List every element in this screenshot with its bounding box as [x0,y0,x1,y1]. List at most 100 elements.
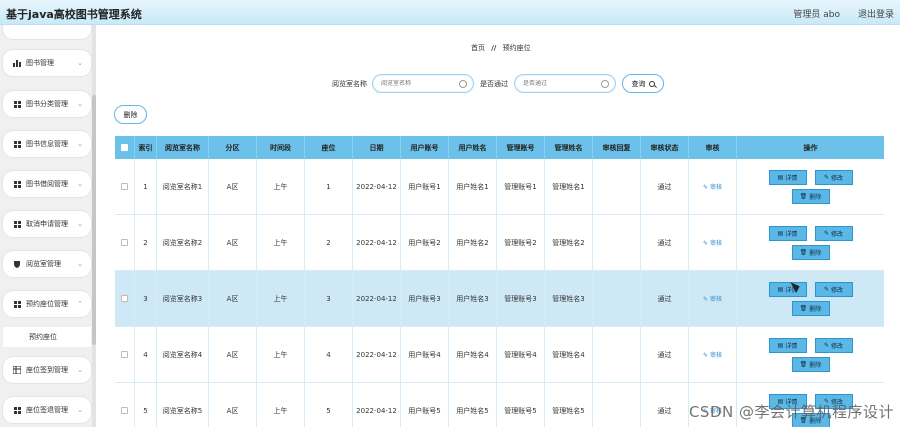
cell-period: 上午 [257,327,305,382]
table-row[interactable]: 1 阅览室名称1 A区 上午 1 2022-04-12 用户账号1 用户姓名1 管理账号1 管理姓… [115,159,884,215]
batch-delete-button[interactable]: 删除 [114,105,147,124]
cell-date: 2022-04-12 [353,159,401,214]
chevron-down-icon: ⌄ [77,59,83,67]
audit-link[interactable]: ✎ 审核 [703,294,722,303]
cell-zone: A区 [209,383,257,427]
detail-button[interactable]: ▤ 详情 [768,169,807,185]
detail-button-label: 详情 [785,230,798,238]
delete-button[interactable]: 🗑 删除 [791,188,830,204]
sidebar-item-seat-checkin[interactable]: 座位签到管理 ⌄ [3,357,91,383]
cell-mname: 管理姓名3 [545,271,593,326]
sidebar-item-seat-checkout[interactable]: 座位签退管理 ⌄ [3,397,91,423]
chevron-down-icon: ⌄ [77,366,83,374]
row-checkbox[interactable] [121,295,128,302]
audit-link[interactable]: ✎ 审核 [703,350,722,359]
table-row[interactable]: 3 阅览室名称3 A区 上午 3 2022-04-12 用户账号3 用户姓名3 管理账号3 管理姓… [115,271,884,327]
sidebar-item-label: 图书分类管理 [26,100,68,108]
select-all-cell[interactable] [115,136,135,159]
sidebar-item-book-category[interactable]: 图书分类管理 ⌄ [3,91,91,117]
sidebar-item-label: 图书借阅管理 [26,180,68,188]
detail-button[interactable]: ▤ 详情 [768,337,807,353]
edit-button[interactable]: ✎ 修改 [814,281,853,297]
row-checkbox[interactable] [121,407,128,414]
cell-zone: A区 [209,271,257,326]
document-icon: ▤ [777,173,784,181]
room-name-input[interactable] [381,80,455,87]
sidebar-item-reading-room[interactable]: 阅览室管理 ⌄ [3,251,91,277]
sidebar-item-book-management[interactable]: 图书管理 ⌄ [3,50,91,76]
delete-button[interactable]: 🗑 删除 [791,356,830,372]
edit-button-label: 修改 [831,286,844,294]
search-form: 阅览室名称 是否通过 查询 [96,74,900,94]
audit-link[interactable]: ✎ 审核 [703,238,722,247]
app-title: 基于java高校图书管理系统 [6,8,142,21]
watermark: CSDN @李会计算机程序设计 [688,403,894,421]
grid-icon [13,140,21,148]
cell-uacc: 用户账号1 [401,159,449,214]
cell-uname: 用户姓名4 [449,327,497,382]
sidebar-item-partial[interactable] [3,25,91,39]
sidebar: 图书管理 ⌄ 图书分类管理 ⌄ 图书信息管理 ⌄ 图书借阅管理 ⌄ 取消申请管理… [0,25,96,427]
sidebar-item-label: 图书信息管理 [26,140,68,148]
row-checkbox[interactable] [121,351,128,358]
logout-link[interactable]: 退出登录 [858,7,894,20]
cell-date: 2022-04-12 [353,215,401,270]
cell-reply [593,159,641,214]
cell-period: 上午 [257,159,305,214]
cell-zone: A区 [209,159,257,214]
cell-status: 通过 [641,327,689,382]
row-checkbox[interactable] [121,183,128,190]
edit-button[interactable]: ✎ 修改 [814,337,853,353]
row-select-cell[interactable] [115,215,135,270]
reservation-table: 索引 阅览室名称 分区 时间段 座位 日期 用户账号 用户姓名 管理账号 管理姓… [115,136,884,427]
row-select-cell[interactable] [115,383,135,427]
breadcrumb-home[interactable]: 首页 [471,44,485,52]
pass-status-input[interactable] [523,80,597,87]
column-header: 管理姓名 [545,136,593,159]
column-header: 操作 [803,143,818,152]
audit-label: 审核 [709,184,722,191]
select-all-checkbox[interactable] [121,144,128,151]
table-row[interactable]: 4 阅览室名称4 A区 上午 4 2022-04-12 用户账号4 用户姓名4 管理账号4 管理姓… [115,327,884,383]
sidebar-item-book-borrow[interactable]: 图书借阅管理 ⌄ [3,171,91,197]
delete-button[interactable]: 🗑 删除 [791,300,830,316]
audit-cell: ✎ 审核 [689,215,737,270]
grid-icon [13,220,21,228]
delete-button-label: 删除 [809,249,822,257]
cell-date: 2022-04-12 [353,327,401,382]
row-select-cell[interactable] [115,327,135,382]
edit-icon: ✎ [703,184,710,191]
current-user-label: 管理员 abo [793,10,840,20]
cell-idx: 1 [135,159,157,214]
audit-cell: ✎ 审核 [689,271,737,326]
detail-button[interactable]: ▤ 详情 [768,225,807,241]
cell-uname: 用户姓名5 [449,383,497,427]
column-header: 用户姓名 [449,136,497,159]
sidebar-item-seat-reservation[interactable]: 预约座位管理 ⌃ [3,291,91,317]
edit-button[interactable]: ✎ 修改 [814,225,853,241]
row-select-cell[interactable] [115,271,135,326]
row-checkbox[interactable] [121,239,128,246]
actions-cell: ▤ 详情 ✎ 修改 🗑 删除 [737,327,884,382]
delete-button[interactable]: 🗑 删除 [791,244,830,260]
cell-uacc: 用户账号4 [401,327,449,382]
cell-status: 通过 [641,159,689,214]
sidebar-subitem-seat-reservation[interactable]: 预约座位 [3,327,91,347]
audit-link[interactable]: ✎ 审核 [703,182,722,191]
table-row[interactable]: 2 阅览室名称2 A区 上午 2 2022-04-12 用户账号2 用户姓名2 管理账号2 管理姓… [115,215,884,271]
query-button[interactable]: 查询 [622,74,664,93]
delete-button-label: 删除 [809,361,822,369]
edit-icon: ✎ [703,352,710,359]
sidebar-item-cancel-request[interactable]: 取消申请管理 ⌄ [3,211,91,237]
row-select-cell[interactable] [115,159,135,214]
pass-status-field[interactable] [514,74,616,93]
sidebar-item-label: 座位签到管理 [26,366,68,374]
sidebar-item-label: 取消申请管理 [26,220,68,228]
sidebar-item-book-info[interactable]: 图书信息管理 ⌄ [3,131,91,157]
cell-idx: 2 [135,215,157,270]
cell-seat: 5 [305,383,353,427]
edit-button[interactable]: ✎ 修改 [814,169,853,185]
room-name-field[interactable] [372,74,474,93]
edit-icon: ✎ [823,229,829,237]
edit-icon: ✎ [703,240,710,247]
